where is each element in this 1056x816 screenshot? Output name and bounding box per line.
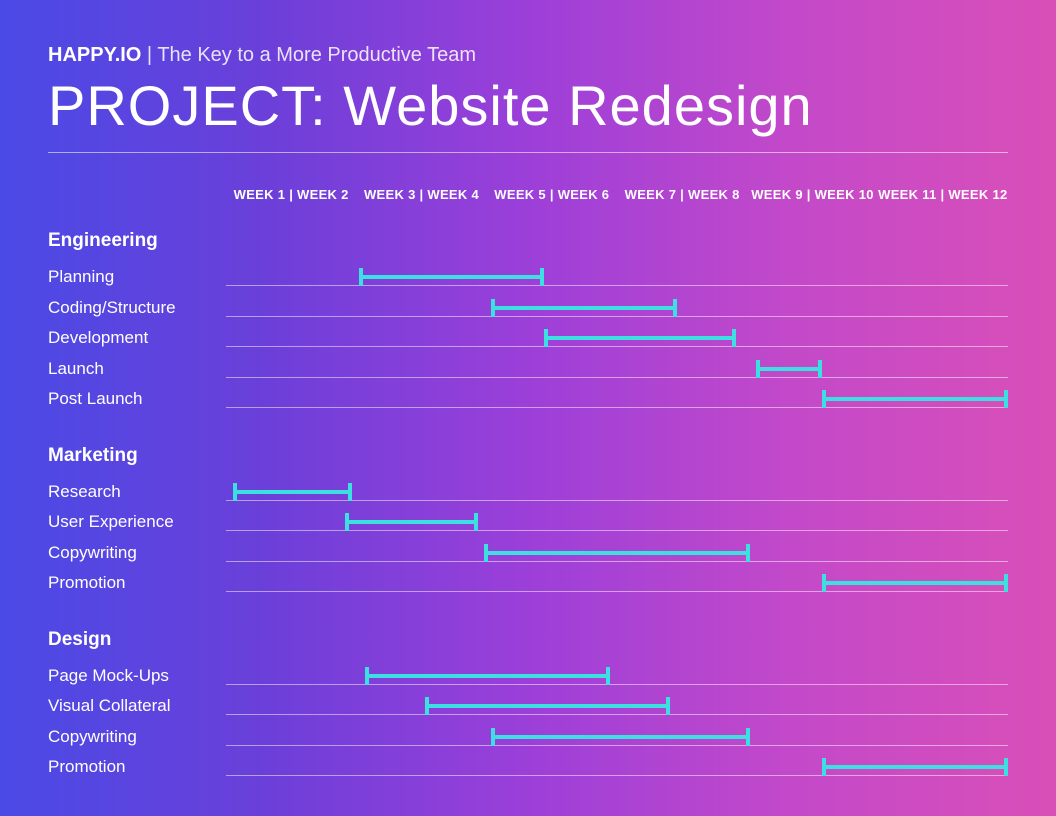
task-track <box>226 293 1008 324</box>
task-track <box>226 691 1008 722</box>
task-track <box>226 722 1008 753</box>
section-gap <box>48 415 1008 445</box>
gantt-chart: WEEK 1 | WEEK 2WEEK 3 | WEEK 4WEEK 5 | W… <box>48 187 1008 783</box>
task-track <box>226 568 1008 599</box>
task-bar <box>425 704 670 708</box>
task-bar <box>491 735 749 739</box>
week-header-cell: WEEK 7 | WEEK 8 <box>617 187 747 202</box>
task-label: Copywriting <box>48 722 226 753</box>
header-line: HAPPY.IO | The Key to a More Productive … <box>48 44 1008 67</box>
tagline: | The Key to a More Productive Team <box>141 44 476 66</box>
brand-name: HAPPY.IO <box>48 44 141 66</box>
task-label: Page Mock-Ups <box>48 661 226 692</box>
week-header-cell: WEEK 3 | WEEK 4 <box>356 187 486 202</box>
task-track <box>226 262 1008 293</box>
task-track <box>226 661 1008 692</box>
task-bar <box>365 674 610 678</box>
task-label: Post Launch <box>48 384 226 415</box>
task-bar <box>233 490 352 494</box>
section-gap <box>48 599 1008 629</box>
task-track <box>226 384 1008 415</box>
task-label: Copywriting <box>48 538 226 569</box>
task-label: Promotion <box>48 568 226 599</box>
task-track <box>226 752 1008 783</box>
task-bar <box>822 397 1008 401</box>
task-bar <box>822 765 1008 769</box>
task-track <box>226 538 1008 569</box>
task-label: Visual Collateral <box>48 691 226 722</box>
week-header-cell: WEEK 11 | WEEK 12 <box>878 187 1008 202</box>
task-bar <box>359 275 545 279</box>
task-label: Planning <box>48 262 226 293</box>
task-label: Promotion <box>48 752 226 783</box>
week-header: WEEK 1 | WEEK 2WEEK 3 | WEEK 4WEEK 5 | W… <box>226 187 1008 202</box>
task-bar <box>544 336 736 340</box>
divider <box>48 152 1008 153</box>
section-title: Design <box>48 629 1008 651</box>
task-bar <box>484 551 749 555</box>
section-title: Marketing <box>48 445 1008 467</box>
section-title: Engineering <box>48 230 1008 252</box>
task-track <box>226 354 1008 385</box>
task-track <box>226 507 1008 538</box>
task-label: Research <box>48 477 226 508</box>
task-track <box>226 323 1008 354</box>
week-header-cell: WEEK 9 | WEEK 10 <box>747 187 877 202</box>
page-title: PROJECT: Website Redesign <box>48 73 1008 138</box>
task-bar <box>345 520 478 524</box>
task-label: Launch <box>48 354 226 385</box>
task-bar <box>491 306 677 310</box>
task-label: User Experience <box>48 507 226 538</box>
week-header-cell: WEEK 5 | WEEK 6 <box>487 187 617 202</box>
week-header-cell: WEEK 1 | WEEK 2 <box>226 187 356 202</box>
task-label: Coding/Structure <box>48 293 226 324</box>
task-bar <box>822 581 1008 585</box>
task-track <box>226 477 1008 508</box>
task-bar <box>756 367 822 371</box>
task-label: Development <box>48 323 226 354</box>
